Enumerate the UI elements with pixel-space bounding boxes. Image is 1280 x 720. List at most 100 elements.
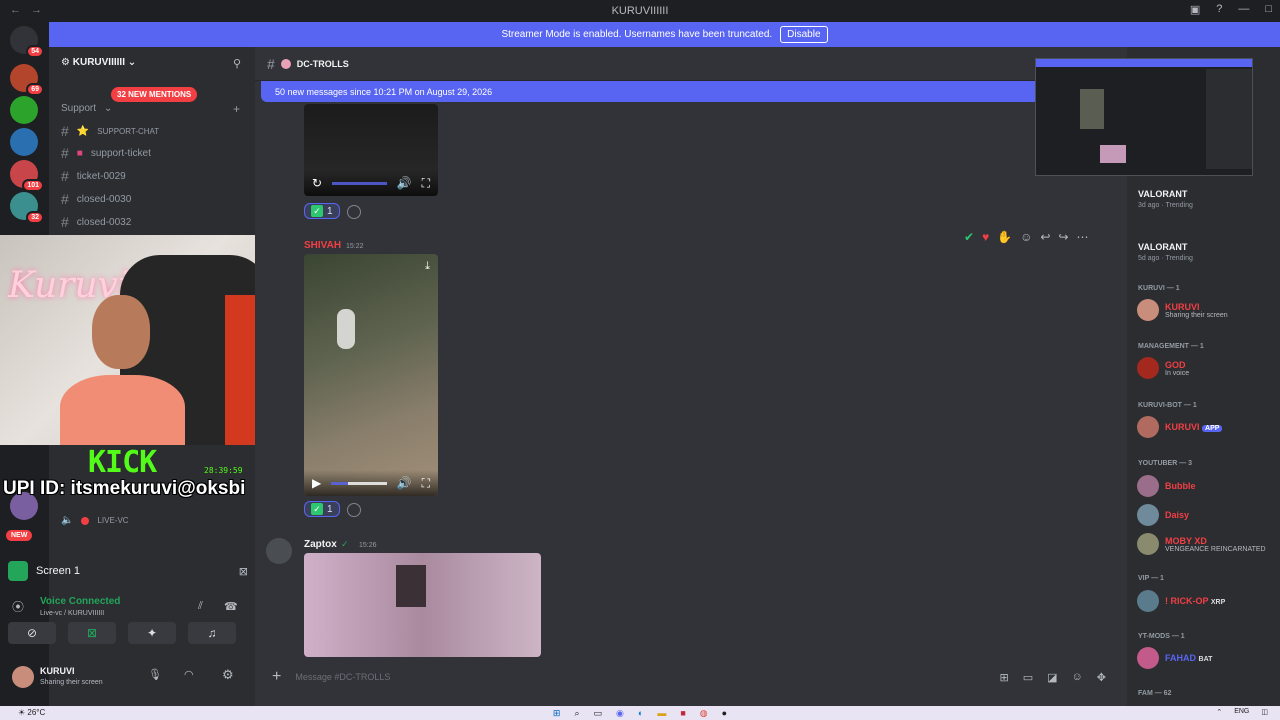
member-item[interactable]: Bubble bbox=[1137, 475, 1196, 497]
replay-icon[interactable]: ↻ bbox=[312, 176, 322, 190]
apps-icon[interactable]: ✥ bbox=[1097, 671, 1106, 684]
language-indicator[interactable]: ENG bbox=[1234, 708, 1249, 716]
headphones-icon[interactable]: ◠ bbox=[184, 668, 194, 681]
add-reaction-icon[interactable]: ☺ bbox=[1020, 230, 1032, 244]
invite-icon[interactable]: ⚲ bbox=[233, 57, 241, 70]
check-reaction-icon[interactable]: ✔ bbox=[964, 230, 974, 244]
stream-preview[interactable] bbox=[1035, 58, 1253, 176]
member-item[interactable]: GOD In voice bbox=[1137, 357, 1189, 379]
download-icon[interactable]: ⤓ bbox=[425, 260, 430, 273]
stop-share-icon[interactable]: ⊠ bbox=[239, 565, 248, 578]
server-icon[interactable] bbox=[10, 128, 38, 156]
history-nav[interactable]: ←→ bbox=[10, 4, 52, 16]
volume-bar[interactable] bbox=[331, 481, 387, 485]
volume-icon[interactable]: 🔊 bbox=[397, 476, 412, 490]
start-icon[interactable]: ⊞ bbox=[553, 708, 561, 719]
app-taskbar-icon[interactable]: ■ bbox=[680, 708, 685, 718]
message-author[interactable]: Zaptox bbox=[304, 539, 337, 550]
reaction-check[interactable]: ✓ 1 bbox=[304, 203, 340, 219]
taskbar: ☀ 26°C ⊞ ⌕ ▭ ◉ ◐ ▬ ■ ◍ ● ⌃ ENG ◫ bbox=[0, 706, 1280, 720]
forward-icon[interactable]: ↪ bbox=[1058, 230, 1068, 244]
help-icon[interactable]: ? bbox=[1216, 3, 1222, 16]
fullscreen-icon[interactable]: ⛶ bbox=[422, 176, 430, 191]
chevron-up-icon[interactable]: ⌃ bbox=[1216, 708, 1222, 716]
member-item[interactable]: FAHAD BAT bbox=[1137, 647, 1212, 669]
add-reaction-icon[interactable] bbox=[347, 205, 361, 219]
forward-icon[interactable]: → bbox=[31, 4, 52, 16]
disable-button[interactable]: Disable bbox=[780, 26, 828, 43]
weather-icon: ☀ bbox=[18, 708, 28, 717]
screen-share-button[interactable]: ⊠ bbox=[68, 622, 116, 644]
back-icon[interactable]: ← bbox=[10, 4, 31, 16]
gif-icon[interactable]: ▭ bbox=[1023, 671, 1033, 684]
screen-share-label: Screen 1 bbox=[36, 565, 81, 577]
search-icon[interactable]: ⌕ bbox=[574, 708, 579, 719]
channel-support-chat[interactable]: # ⭐ SUPPORT-CHAT bbox=[61, 123, 159, 139]
soundboard-button[interactable]: ♫ bbox=[188, 622, 236, 644]
avatar[interactable] bbox=[12, 666, 34, 688]
activities-button[interactable]: ✦ bbox=[128, 622, 176, 644]
network-icon[interactable]: ◫ bbox=[1261, 708, 1268, 716]
reaction-check[interactable]: ✓ 1 bbox=[304, 501, 340, 517]
activity-game: VALORANT bbox=[1138, 189, 1188, 199]
star-icon: ⭐ bbox=[76, 125, 90, 137]
channel-ticket-0029[interactable]: # ticket-0029 bbox=[61, 168, 126, 184]
avatar[interactable] bbox=[266, 538, 292, 564]
more-icon[interactable]: ⋯ bbox=[1077, 230, 1089, 244]
inbox-icon[interactable]: ▣ bbox=[1190, 3, 1200, 16]
minimize-icon[interactable]: — bbox=[1238, 3, 1249, 16]
microphone-icon[interactable]: 🎙 bbox=[148, 668, 162, 681]
play-icon[interactable]: ▶ bbox=[312, 476, 321, 490]
emoji-icon[interactable]: ☺ bbox=[1072, 671, 1083, 683]
voice-channel-path[interactable]: Live-vc / KURUVIIIIII bbox=[40, 610, 104, 617]
channel-support-ticket[interactable]: # ■ support-ticket bbox=[61, 145, 151, 161]
member-item[interactable]: KURUVI Sharing their screen bbox=[1137, 299, 1228, 321]
weather-widget[interactable]: ☀ 26°C bbox=[18, 708, 45, 717]
category-label: Support bbox=[61, 103, 97, 114]
new-mentions-pill[interactable]: 32 NEW MENTIONS bbox=[111, 87, 198, 102]
chrome-icon[interactable]: ◍ bbox=[700, 708, 708, 719]
folder-icon[interactable]: ▬ bbox=[657, 708, 666, 718]
wave-reaction-icon[interactable]: ✋ bbox=[997, 230, 1012, 244]
guild-header[interactable]: ⚙ KURUVIIIIII ⌄ bbox=[61, 57, 136, 68]
camera-off-button[interactable]: ⊘ bbox=[8, 622, 56, 644]
fullscreen-icon[interactable]: ⛶ bbox=[422, 476, 430, 491]
video-attachment[interactable] bbox=[304, 553, 541, 657]
noise-suppression-icon[interactable]: ⫽ bbox=[198, 600, 203, 613]
volume-bar[interactable] bbox=[332, 181, 387, 185]
member-item[interactable]: ! RICK-OP XRP bbox=[1137, 590, 1225, 612]
server-icon[interactable]: 101 bbox=[10, 160, 44, 192]
new-messages-bar[interactable]: 50 new messages since 10:21 PM on August… bbox=[261, 81, 1041, 102]
server-icon[interactable] bbox=[10, 96, 38, 124]
add-channel-icon[interactable]: + bbox=[233, 102, 240, 116]
message-composer[interactable]: + Message #DC-TROLLS ⊞ ▭ ◪ ☺ ✥ bbox=[262, 663, 1114, 691]
video-attachment[interactable]: ↻ 🔊 ⛶ bbox=[304, 104, 438, 196]
channel-closed-0030[interactable]: # closed-0030 bbox=[61, 191, 131, 207]
category-support[interactable]: Support ⌄ bbox=[61, 103, 112, 114]
channel-closed-0032[interactable]: # closed-0032 bbox=[61, 214, 131, 230]
reply-icon[interactable]: ↩ bbox=[1040, 230, 1050, 244]
task-view-icon[interactable]: ▭ bbox=[594, 708, 603, 719]
add-reaction-icon[interactable] bbox=[347, 503, 361, 517]
server-icon[interactable]: 69 bbox=[10, 64, 44, 96]
home-button[interactable]: 54 bbox=[10, 26, 44, 58]
message-author[interactable]: SHIVAH bbox=[304, 240, 341, 251]
sticker-icon[interactable]: ◪ bbox=[1047, 671, 1057, 684]
server-icon[interactable]: 32 bbox=[10, 192, 44, 224]
discord-taskbar-icon[interactable]: ◉ bbox=[616, 708, 624, 719]
member-item[interactable]: MOBY XD VENGEANCE REINCARNATED bbox=[1137, 533, 1266, 555]
maximize-icon[interactable]: □ bbox=[1265, 3, 1272, 16]
member-item[interactable]: Daisy bbox=[1137, 504, 1189, 526]
volume-icon[interactable]: 🔊 bbox=[397, 176, 412, 190]
disconnect-icon[interactable]: ☎ bbox=[224, 600, 238, 613]
member-item[interactable]: KURUVI APP bbox=[1137, 416, 1223, 438]
browser-taskbar-icon[interactable]: ◐ bbox=[638, 708, 643, 718]
settings-gear-icon[interactable]: ⚙ bbox=[222, 667, 234, 683]
obs-icon[interactable]: ● bbox=[722, 708, 727, 718]
heart-reaction-icon[interactable]: ♥ bbox=[982, 230, 989, 244]
video-attachment[interactable]: ⤓ ▶ 🔊 ⛶ bbox=[304, 254, 438, 496]
gift-icon[interactable]: ⊞ bbox=[1000, 671, 1009, 684]
message-input[interactable]: Message #DC-TROLLS bbox=[295, 672, 985, 682]
attach-plus-icon[interactable]: + bbox=[272, 668, 281, 686]
voice-channel-live-vc[interactable]: 🔈 LIVE-VC bbox=[61, 515, 129, 526]
